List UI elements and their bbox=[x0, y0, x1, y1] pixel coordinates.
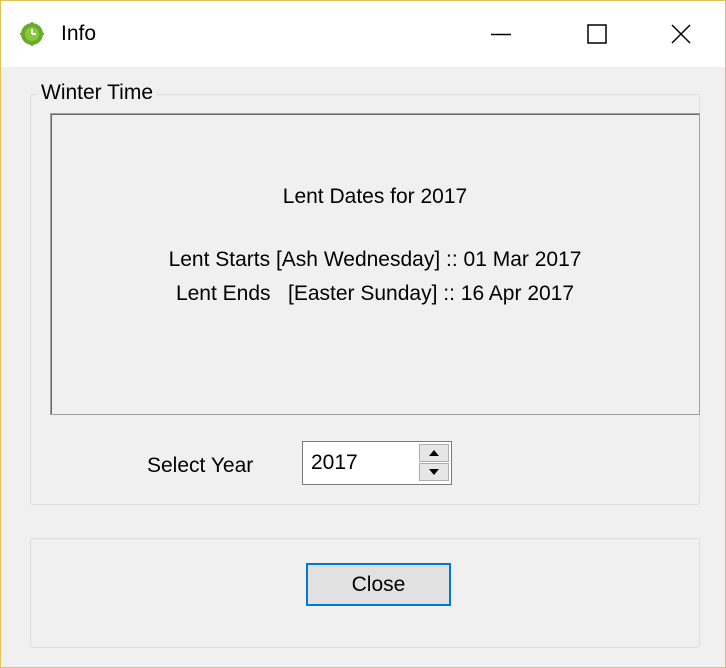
clock-icon bbox=[19, 21, 45, 47]
select-year-label: Select Year bbox=[147, 454, 254, 477]
close-icon bbox=[671, 24, 691, 44]
minimize-icon bbox=[491, 33, 511, 36]
year-value[interactable]: 2017 bbox=[311, 451, 358, 475]
lent-dates-title: Lent Dates for 2017 bbox=[282, 185, 468, 208]
lent-info-panel: Lent Dates for 2017 Lent Starts [Ash Wed… bbox=[50, 113, 700, 415]
minimize-button[interactable] bbox=[453, 1, 549, 67]
groupbox-legend: Winter Time bbox=[37, 81, 158, 105]
close-button[interactable]: Close bbox=[306, 563, 451, 606]
window-title: Info bbox=[61, 22, 97, 45]
info-window: Info Winter Time Lent Dates for 2017 Len… bbox=[0, 0, 726, 668]
close-window-button[interactable] bbox=[637, 1, 725, 67]
spin-up-icon bbox=[429, 450, 439, 456]
title-bar[interactable]: Info bbox=[1, 1, 725, 67]
maximize-icon bbox=[587, 24, 607, 44]
lent-ends-text: Lent Ends [Easter Sunday] :: 16 Apr 2017 bbox=[175, 282, 575, 305]
lent-starts-text: Lent Starts [Ash Wednesday] :: 01 Mar 20… bbox=[168, 248, 582, 271]
spin-down-icon bbox=[429, 469, 439, 475]
maximize-button[interactable] bbox=[549, 1, 645, 67]
year-spinner[interactable]: 2017 bbox=[302, 441, 452, 485]
spin-up-button[interactable] bbox=[419, 444, 449, 462]
spin-down-button[interactable] bbox=[419, 463, 449, 481]
